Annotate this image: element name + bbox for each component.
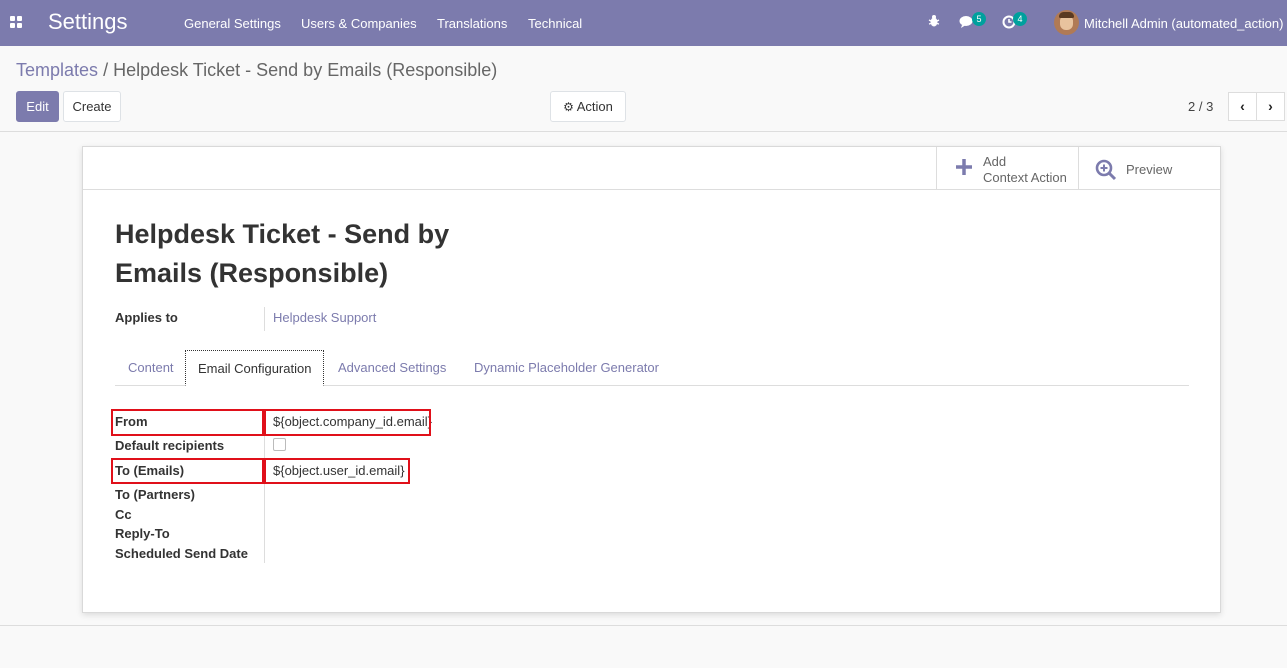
plus-icon	[955, 156, 973, 182]
breadcrumb-separator: /	[103, 60, 109, 80]
breadcrumb-current: Helpdesk Ticket - Send by Emails (Respon…	[113, 60, 498, 80]
messages-count-badge: 5	[972, 12, 986, 26]
tab-email-configuration[interactable]: Email Configuration	[185, 350, 325, 386]
app-title: Settings	[48, 9, 128, 34]
highlight-from-value	[264, 409, 431, 436]
pager-value: 2 / 3	[1188, 99, 1214, 114]
field-separator	[264, 307, 265, 331]
user-menu[interactable]: Mitchell Admin (automated_action)	[1084, 16, 1283, 31]
reply-to-label: Reply-To	[115, 526, 170, 541]
highlight-to-emails-label	[111, 458, 264, 484]
control-panel-divider	[0, 131, 1287, 132]
scheduled-send-date-label: Scheduled Send Date	[115, 546, 248, 561]
action-label: Action	[576, 99, 613, 114]
apps-menu-icon[interactable]	[10, 16, 22, 28]
preview-button[interactable]: Preview	[1078, 147, 1220, 190]
add-context-action-button[interactable]: Add Context Action	[936, 147, 1078, 190]
gear-icon: ⚙	[563, 100, 574, 114]
highlight-to-emails-value	[264, 458, 410, 484]
top-navbar: Settings General Settings Users & Compan…	[0, 0, 1287, 46]
record-title-line-2: Emails (Responsible)	[115, 258, 389, 288]
context-action-label: Context Action	[983, 170, 1067, 185]
menu-general-settings[interactable]: General Settings	[184, 16, 281, 31]
action-button[interactable]: ⚙ Action	[550, 91, 626, 122]
tab-dynamic-placeholder-generator[interactable]: Dynamic Placeholder Generator	[474, 350, 659, 386]
menu-translations[interactable]: Translations	[437, 16, 507, 31]
record-title-line-1: Helpdesk Ticket - Send by	[115, 219, 450, 249]
bottom-divider	[0, 625, 1287, 626]
user-avatar[interactable]	[1054, 10, 1079, 35]
menu-technical[interactable]: Technical	[528, 16, 582, 31]
default-recipients-checkbox[interactable]	[273, 438, 286, 451]
preview-label: Preview	[1126, 162, 1173, 177]
chevron-left-icon: ‹	[1240, 98, 1245, 114]
tab-content[interactable]: Content	[128, 350, 174, 386]
highlight-from-label	[111, 409, 264, 436]
chevron-right-icon: ›	[1268, 98, 1273, 114]
breadcrumb-templates-link[interactable]: Templates	[16, 60, 98, 80]
notebook-tabs: Content Email Configuration Advanced Set…	[115, 350, 1189, 386]
to-partners-label: To (Partners)	[115, 487, 195, 502]
add-label: Add	[983, 154, 1007, 169]
applies-to-label: Applies to	[115, 310, 178, 325]
smart-button-box: Add Context Action Preview	[83, 147, 1220, 190]
create-button[interactable]: Create	[63, 91, 121, 122]
default-recipients-label: Default recipients	[115, 438, 225, 453]
edit-button[interactable]: Edit	[16, 91, 59, 122]
tab-advanced-settings[interactable]: Advanced Settings	[338, 350, 446, 386]
pager-previous-button[interactable]: ‹	[1228, 92, 1257, 121]
activities-count-badge: 4	[1013, 12, 1027, 26]
record-title[interactable]: Helpdesk Ticket - Send by Emails (Respon…	[115, 215, 475, 293]
pager-next-button[interactable]: ›	[1256, 92, 1285, 121]
form-sheet: Add Context Action Preview Helpdesk Tick…	[82, 146, 1221, 613]
menu-users-companies[interactable]: Users & Companies	[301, 16, 417, 31]
debug-bug-icon[interactable]	[927, 14, 941, 31]
applies-to-link[interactable]: Helpdesk Support	[273, 310, 376, 325]
breadcrumb: Templates / Helpdesk Ticket - Send by Em…	[16, 60, 497, 81]
zoom-in-icon	[1095, 159, 1117, 187]
cc-label: Cc	[115, 507, 132, 522]
